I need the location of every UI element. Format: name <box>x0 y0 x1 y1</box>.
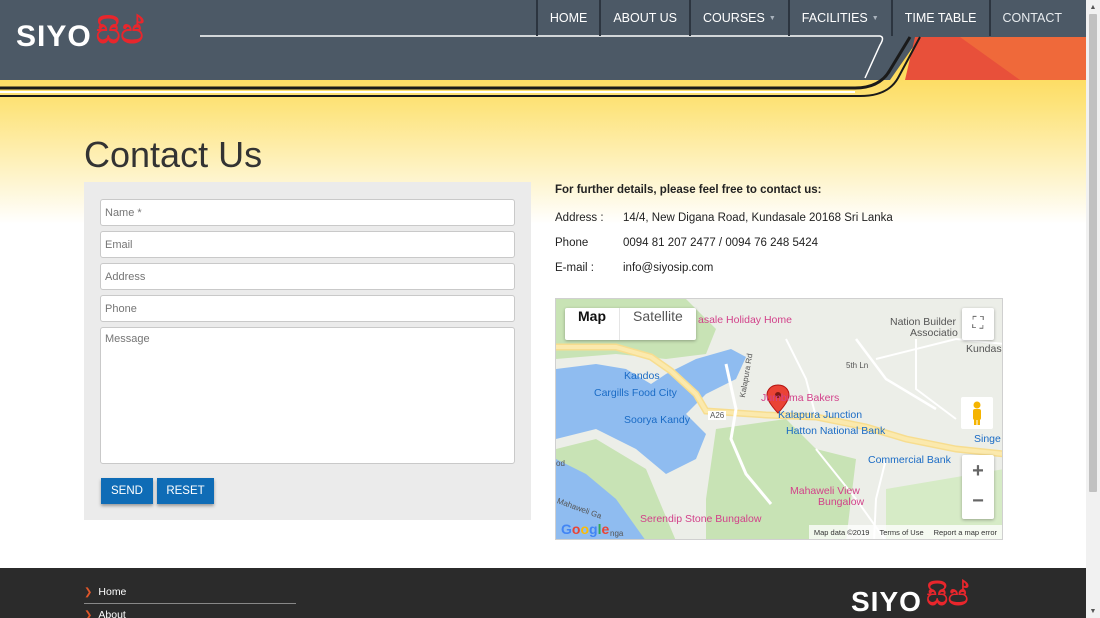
contact-form: SEND RESET <box>84 182 531 520</box>
map-label-holiday-home: asale Holiday Home <box>698 314 792 326</box>
logo-text: SIYO <box>16 20 92 53</box>
nav-courses-label: COURSES <box>703 11 765 25</box>
map-label-kandos: Kandos <box>624 370 660 382</box>
contact-heading: For further details, please feel free to… <box>555 184 822 196</box>
nav-contact[interactable]: CONTACT <box>988 0 1075 36</box>
phone-row: Phone 0094 81 207 2477 / 0094 76 248 542… <box>555 230 893 255</box>
map-report-link[interactable]: Report a map error <box>934 528 997 537</box>
footer-link-home[interactable]: ❯ Home <box>84 586 126 598</box>
footer-logo-sinhala: සිප් <box>926 578 969 613</box>
map-label-bungalow: Bungalow <box>818 496 865 508</box>
nav-facilities-label: FACILITIES <box>801 11 868 25</box>
zoom-control: + − <box>962 455 994 519</box>
map-label-kundas: Kundas <box>966 343 1002 355</box>
nav-home[interactable]: HOME <box>535 0 600 36</box>
address-input[interactable] <box>100 263 515 290</box>
name-input[interactable] <box>100 199 515 226</box>
address-label: Address : <box>555 211 604 224</box>
map-terms-link[interactable]: Terms of Use <box>879 528 923 537</box>
contact-info: For further details, please feel free to… <box>555 184 893 280</box>
phone-value: 0094 81 207 2477 / 0094 76 248 5424 <box>623 236 819 249</box>
map-label-od: od <box>556 459 565 468</box>
map-data-text: Map data ©2019 <box>813 527 870 537</box>
fullscreen-icon[interactable]: ⛶ <box>962 308 994 340</box>
map-label-commercial-bank: Commercial Bank <box>868 454 951 466</box>
zoom-in-icon[interactable]: + <box>972 455 984 487</box>
email-input[interactable] <box>100 231 515 258</box>
site-footer: ❯ Home ❯ About SIYO සිප් <box>0 568 1086 618</box>
address-value: 14/4, New Digana Road, Kundasale 20168 S… <box>623 211 893 224</box>
email-label: E-mail : <box>555 261 594 274</box>
map-label-kalapura-junction: Kalapura Junction <box>778 409 863 421</box>
send-button[interactable]: SEND <box>101 478 153 504</box>
scroll-thumb[interactable] <box>1089 14 1097 492</box>
nav-contact-label: CONTACT <box>1002 11 1063 25</box>
logo-sinhala-text: සිප් <box>96 12 144 52</box>
chevron-down-icon: ▼ <box>871 14 879 22</box>
nav-courses[interactable]: COURSES ▼ <box>689 0 788 36</box>
chevron-down-icon: ▼ <box>768 14 776 22</box>
map-type-control: Map Satellite <box>565 308 696 340</box>
nav-timetable-label: TIME TABLE <box>904 11 977 25</box>
footer-link-home-label: Home <box>98 586 127 598</box>
google-logo[interactable]: Google <box>561 521 609 537</box>
chevron-right-icon: ❯ <box>84 609 93 618</box>
email-row: E-mail : info@siyosip.com <box>555 255 893 280</box>
site-header: SIYO සිප් HOME ABOUT US COURSES ▼ FACILIT… <box>0 0 1086 104</box>
map-label-association: Associatio <box>910 327 958 339</box>
site-logo[interactable]: SIYO සිප් <box>16 12 166 58</box>
nav-facilities[interactable]: FACILITIES ▼ <box>787 0 891 36</box>
nav-about-us[interactable]: ABOUT US <box>599 0 689 36</box>
map-label-hatton-bank: Hatton National Bank <box>786 425 886 437</box>
map-label-jumbima-bakers: Jumbima Bakers <box>761 392 840 404</box>
footer-logo-text: SIYO <box>851 586 922 617</box>
reset-button[interactable]: RESET <box>157 478 214 504</box>
map-label-singer: Singe <box>974 433 1001 445</box>
footer-logo[interactable]: SIYO සිප් <box>851 578 968 618</box>
footer-link-about-label: About <box>98 609 126 618</box>
chevron-right-icon: ❯ <box>84 586 93 598</box>
map-label-cargills: Cargills Food City <box>594 387 677 399</box>
message-textarea[interactable] <box>100 327 515 464</box>
map-label-5th-ln: 5th Ln <box>846 361 869 370</box>
main-nav: HOME ABOUT US COURSES ▼ FACILITIES ▼ TIME … <box>535 0 1075 36</box>
map-footer: Map data ©2019 Terms of Use Report a map… <box>808 525 1002 539</box>
google-map[interactable]: Map Satellite ⛶ + − asale Holiday Home N… <box>555 298 1003 540</box>
zoom-out-icon[interactable]: − <box>972 487 984 519</box>
nav-about-label: ABOUT US <box>613 11 678 25</box>
map-label-serendip: Serendip Stone Bungalow <box>640 513 762 525</box>
phone-label: Phone <box>555 236 589 249</box>
page-scrollbar[interactable]: ▲ ▼ <box>1086 0 1100 618</box>
phone-input[interactable] <box>100 295 515 322</box>
map-label-nga: nga <box>610 529 624 538</box>
page-title: Contact Us <box>84 134 263 175</box>
map-label-soorya-kandy: Soorya Kandy <box>624 414 690 426</box>
address-row: Address : 14/4, New Digana Road, Kundasa… <box>555 205 893 230</box>
footer-link-about[interactable]: ❯ About <box>84 609 126 618</box>
map-type-map[interactable]: Map <box>565 308 620 340</box>
scroll-down-icon[interactable]: ▼ <box>1086 604 1100 618</box>
email-value[interactable]: info@siyosip.com <box>623 262 713 274</box>
map-type-satellite[interactable]: Satellite <box>620 308 696 340</box>
nav-time-table[interactable]: TIME TABLE <box>890 0 989 36</box>
footer-divider <box>84 603 296 604</box>
scroll-up-icon[interactable]: ▲ <box>1086 0 1100 14</box>
map-label-a26: A26 <box>708 411 727 420</box>
nav-home-label: HOME <box>549 11 588 25</box>
